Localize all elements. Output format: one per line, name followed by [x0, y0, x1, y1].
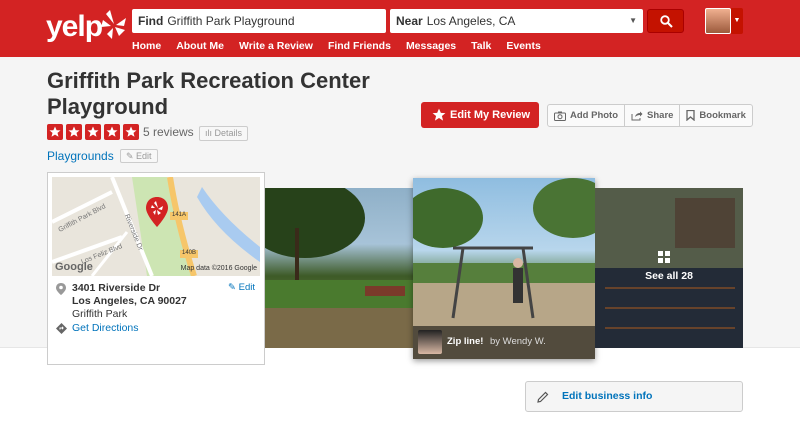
see-all-overlay: See all 28: [595, 188, 743, 348]
nav-home[interactable]: Home: [132, 40, 161, 52]
page-title: Griffith Park Recreation Center Playgrou…: [47, 68, 370, 119]
photo-content: [265, 188, 413, 348]
see-all-photos-tile[interactable]: See all 28: [595, 188, 743, 348]
address-neighborhood: Griffith Park: [72, 308, 128, 320]
add-photo-button[interactable]: Add Photo: [548, 105, 626, 126]
top-header: yelp Find Griffith Park Playground Near Lo…: [0, 0, 800, 57]
chevron-down-icon[interactable]: ▼: [629, 9, 637, 33]
pencil-icon: [537, 391, 549, 403]
see-all-label: See all 28: [645, 270, 693, 282]
caption-author[interactable]: by Wendy W.: [490, 336, 546, 347]
location-pin-icon: [56, 283, 66, 295]
star-icon: [47, 124, 63, 140]
bookmark-icon: [686, 110, 696, 121]
star-rating: [47, 124, 139, 140]
edit-category-button[interactable]: ✎ Edit: [120, 149, 158, 163]
yelp-burst-icon: [101, 10, 126, 39]
review-count[interactable]: 5 reviews: [143, 125, 194, 139]
map-pin-icon[interactable]: [146, 197, 168, 227]
grid-icon: [658, 251, 670, 263]
user-avatar[interactable]: [418, 330, 442, 354]
highway-shield: 141A: [172, 212, 187, 218]
nav-about-me[interactable]: About Me: [176, 40, 224, 52]
share-icon: [631, 111, 643, 120]
nav-talk[interactable]: Talk: [471, 40, 491, 52]
chevron-down-icon[interactable]: ▼: [731, 8, 743, 34]
details-button[interactable]: ılı Details: [199, 126, 249, 141]
google-logo: Google: [55, 261, 93, 273]
map-attribution: Map data ©2016 Google: [180, 265, 257, 272]
bookmark-button[interactable]: Bookmark: [680, 105, 751, 126]
photo-caption: Zip line! by Wendy W.: [413, 326, 595, 359]
star-icon: [104, 124, 120, 140]
address-city: Los Angeles, CA 90027: [72, 295, 187, 307]
share-button[interactable]: Share: [625, 105, 681, 126]
camera-icon: [554, 111, 566, 121]
nav-messages[interactable]: Messages: [406, 40, 456, 52]
map-card: Griffith Park Blvd Riverside Dr Los Feli…: [47, 172, 265, 365]
star-icon: [66, 124, 82, 140]
featured-photo[interactable]: Zip line! by Wendy W.: [413, 178, 595, 359]
search-icon: [660, 15, 673, 28]
near-input[interactable]: Near Los Angeles, CA ▼: [390, 9, 643, 33]
nav-find-friends[interactable]: Find Friends: [328, 40, 391, 52]
nav-events[interactable]: Events: [506, 40, 540, 52]
business-photo[interactable]: [265, 188, 413, 348]
edit-address-link[interactable]: ✎ Edit: [228, 282, 255, 293]
action-button-group: Add Photo Share Bookmark: [547, 104, 753, 127]
category-link[interactable]: Playgrounds: [47, 149, 114, 163]
edit-business-info-button[interactable]: Edit business info: [525, 381, 743, 412]
yelp-logo[interactable]: yelp: [46, 8, 126, 48]
get-directions-link[interactable]: Get Directions: [72, 322, 139, 334]
nav-write-review[interactable]: Write a Review: [239, 40, 313, 52]
caption-title: Zip line!: [447, 336, 484, 347]
find-input[interactable]: Find Griffith Park Playground: [132, 9, 386, 33]
pencil-icon: ✎: [228, 282, 239, 293]
star-icon: [85, 124, 101, 140]
map[interactable]: Griffith Park Blvd Riverside Dr Los Feli…: [52, 177, 260, 276]
star-icon: [432, 108, 446, 121]
highway-shield: 140B: [182, 250, 197, 256]
main-nav: Home About Me Write a Review Find Friend…: [132, 40, 541, 52]
search-button[interactable]: [647, 9, 684, 33]
edit-review-button[interactable]: Edit My Review: [421, 102, 539, 128]
star-icon: [123, 124, 139, 140]
address-street: 3401 Riverside Dr: [72, 282, 161, 294]
directions-icon: [56, 323, 67, 334]
user-avatar[interactable]: [705, 8, 731, 34]
